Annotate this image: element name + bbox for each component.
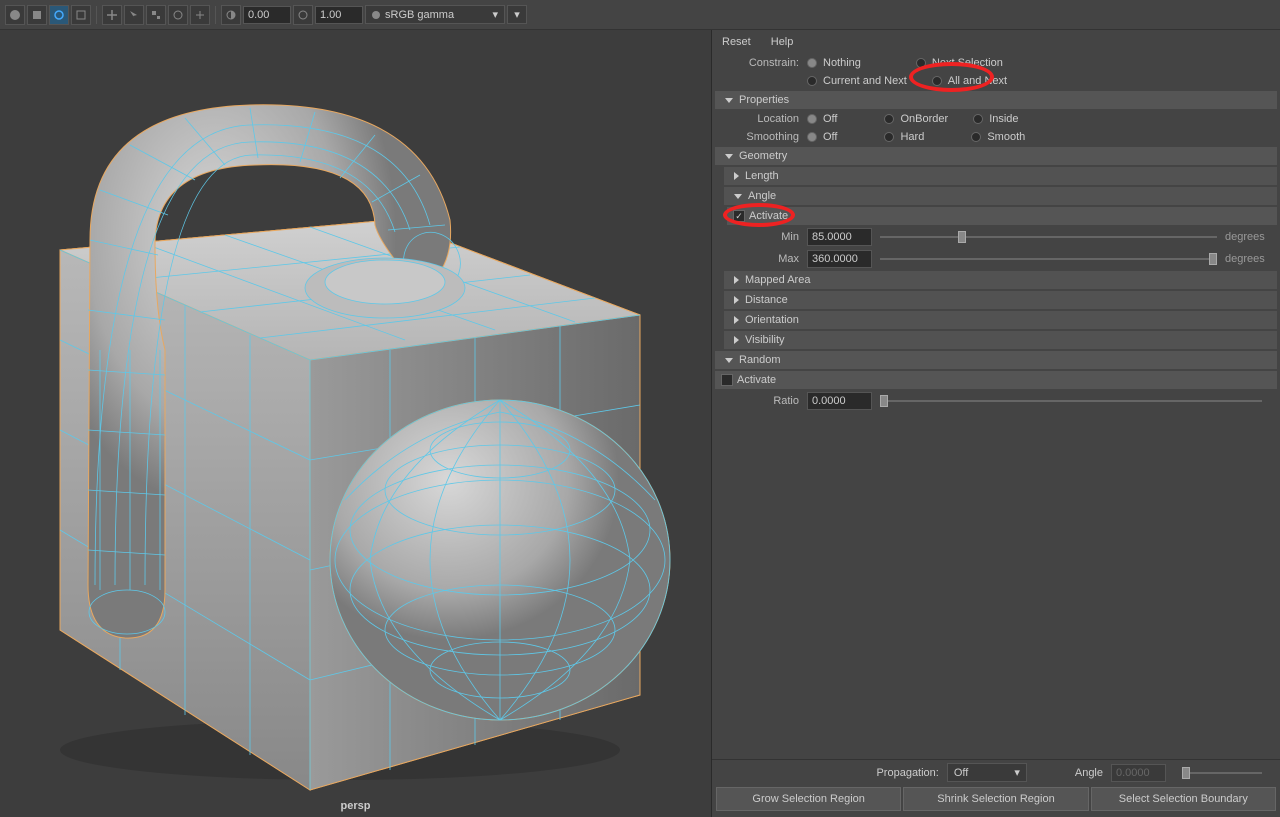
help-menu[interactable]: Help [771, 36, 794, 48]
constrain-current-and-next-radio[interactable]: Current and Next [807, 75, 907, 87]
ratio-input[interactable] [807, 392, 872, 410]
viewport-canvas[interactable] [0, 30, 711, 795]
ratio-label: Ratio [722, 395, 807, 407]
mesh-preview [0, 30, 711, 795]
gamma-value-input[interactable] [243, 6, 291, 24]
visibility-section[interactable]: Visibility [724, 331, 1277, 349]
angle-label: Angle [1075, 767, 1103, 779]
angle-min-slider[interactable] [880, 229, 1217, 245]
flat-shade-icon[interactable] [27, 5, 47, 25]
viewport: persp [0, 30, 712, 817]
xray-icon[interactable] [71, 5, 91, 25]
mapped-area-section[interactable]: Mapped Area [724, 271, 1277, 289]
constrain-label: Constrain: [722, 57, 807, 69]
distance-section[interactable]: Distance [724, 291, 1277, 309]
constrain-nothing-radio[interactable]: Nothing [807, 57, 861, 69]
angle-activate-row: Activate [727, 207, 1277, 225]
length-section[interactable]: Length [724, 167, 1277, 185]
chevron-down-icon: ▾ [514, 8, 520, 21]
gamma-toggle-icon[interactable] [221, 5, 241, 25]
ratio-slider[interactable] [880, 393, 1262, 409]
move-icon[interactable] [102, 5, 122, 25]
scale-icon[interactable] [146, 5, 166, 25]
properties-section[interactable]: Properties [715, 91, 1277, 109]
constrain-all-and-next-radio[interactable]: All and Next [932, 75, 1007, 87]
orientation-section[interactable]: Orientation [724, 311, 1277, 329]
select-boundary-button[interactable]: Select Selection Boundary [1091, 787, 1276, 811]
viewport-toolbar: sRGB gamma ▾ ▾ [0, 0, 1280, 30]
smoothing-label: Smoothing [722, 131, 807, 143]
geometry-section[interactable]: Geometry [715, 147, 1277, 165]
unit-label: degrees [1225, 253, 1270, 265]
render-icon[interactable] [5, 5, 25, 25]
grow-selection-button[interactable]: Grow Selection Region [716, 787, 901, 811]
options-panel: Reset Help Constrain: Nothing Next Selec… [712, 30, 1280, 817]
colorspace-icon [372, 11, 380, 19]
propagation-angle-input [1111, 764, 1166, 782]
angle-section[interactable]: Angle [724, 187, 1277, 205]
smoothing-smooth-radio[interactable]: Smooth [971, 131, 1025, 143]
propagation-angle-slider[interactable] [1182, 765, 1262, 781]
constrain-next-selection-radio[interactable]: Next Selection [916, 57, 1003, 69]
isolate-icon[interactable] [49, 5, 69, 25]
angle-activate-checkbox[interactable] [733, 210, 745, 222]
random-activate-label: Activate [737, 374, 776, 386]
colorspace-dropdown[interactable]: sRGB gamma ▾ [365, 5, 505, 24]
angle-max-label: Max [722, 253, 807, 265]
angle-max-input[interactable] [807, 250, 872, 268]
angle-activate-label: Activate [749, 210, 788, 222]
random-activate-row: Activate [715, 371, 1277, 389]
chevron-down-icon: ▾ [492, 8, 498, 21]
chevron-down-icon: ▾ [1014, 766, 1020, 779]
location-label: Location [722, 113, 807, 125]
rotate-icon[interactable] [168, 5, 188, 25]
overflow-dropdown[interactable]: ▾ [507, 5, 527, 24]
location-inside-radio[interactable]: Inside [973, 113, 1018, 125]
angle-max-slider[interactable] [880, 251, 1217, 267]
angle-min-input[interactable] [807, 228, 872, 246]
snap-icon[interactable] [190, 5, 210, 25]
camera-label: persp [0, 795, 711, 817]
propagation-label: Propagation: [876, 767, 938, 779]
propagation-dropdown[interactable]: Off▾ [947, 763, 1027, 782]
exposure-toggle-icon[interactable] [293, 5, 313, 25]
smoothing-hard-radio[interactable]: Hard [884, 131, 924, 143]
select-icon[interactable] [124, 5, 144, 25]
angle-min-label: Min [722, 231, 807, 243]
shrink-selection-button[interactable]: Shrink Selection Region [903, 787, 1088, 811]
random-section[interactable]: Random [715, 351, 1277, 369]
random-activate-checkbox[interactable] [721, 374, 733, 386]
location-onborder-radio[interactable]: OnBorder [884, 113, 948, 125]
smoothing-off-radio[interactable]: Off [807, 131, 837, 143]
reset-menu[interactable]: Reset [722, 36, 751, 48]
unit-label: degrees [1225, 231, 1270, 243]
location-off-radio[interactable]: Off [807, 113, 837, 125]
exposure-value-input[interactable] [315, 6, 363, 24]
